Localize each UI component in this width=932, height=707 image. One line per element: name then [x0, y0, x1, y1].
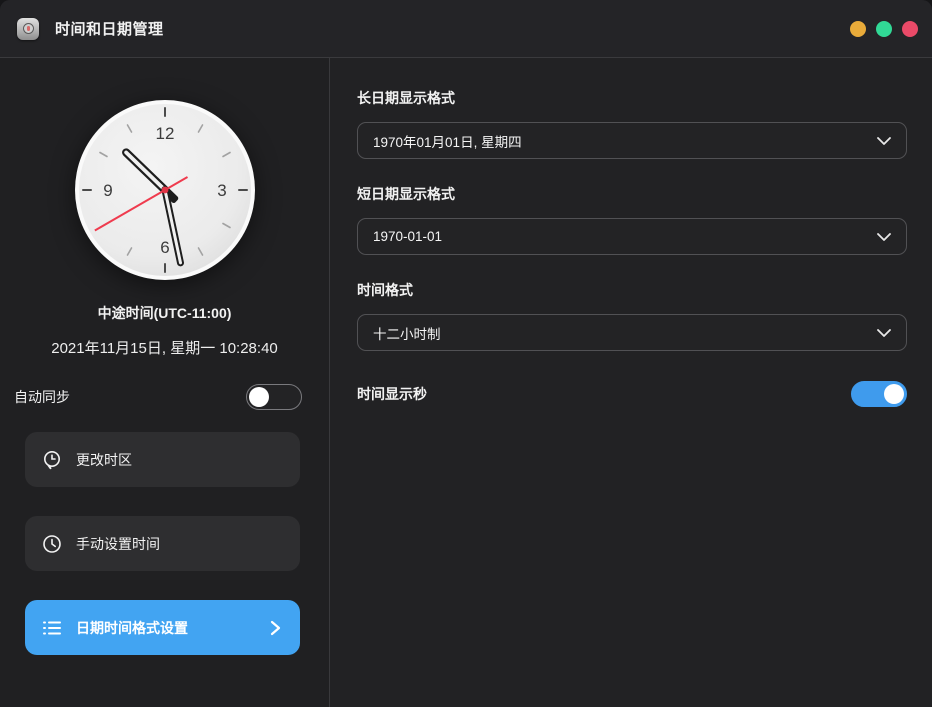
timezone-clock-icon: [41, 449, 63, 471]
app-icon-dial: [23, 23, 34, 34]
sidebar-item-change-timezone[interactable]: 更改时区: [25, 432, 300, 487]
list-icon: [41, 617, 63, 639]
app-clock-icon: [17, 18, 39, 40]
field-label: 短日期显示格式: [357, 184, 908, 204]
sidebar-item-set-time-manually[interactable]: 手动设置时间: [25, 516, 300, 571]
chevron-right-icon: [266, 619, 284, 637]
window-title: 时间和日期管理: [55, 18, 164, 39]
window-controls: [850, 21, 918, 37]
maximize-button[interactable]: [876, 21, 892, 37]
toggle-knob: [249, 387, 269, 407]
svg-text:6: 6: [160, 238, 169, 257]
show-seconds-toggle[interactable]: [851, 381, 907, 407]
long-date-format-dropdown[interactable]: 1970年01月01日, 星期四: [357, 122, 907, 159]
analog-clock: 12 3 6 9: [74, 99, 256, 281]
clock-icon: [41, 533, 63, 555]
chevron-down-icon: [874, 131, 894, 151]
time-format-dropdown[interactable]: 十二小时制: [357, 314, 907, 351]
app-icon-hand: [27, 26, 30, 31]
sidebar-buttons: 更改时区 手动设置时间: [0, 432, 329, 684]
auto-sync-toggle[interactable]: [246, 384, 302, 410]
short-date-format-dropdown[interactable]: 1970-01-01: [357, 218, 907, 255]
long-date-format-field: 长日期显示格式 1970年01月01日, 星期四: [357, 88, 908, 159]
format-settings-panel: 长日期显示格式 1970年01月01日, 星期四 短日期显示格式 1970-01…: [330, 58, 932, 707]
svg-text:3: 3: [217, 181, 226, 200]
time-date-settings-window: 时间和日期管理: [0, 0, 932, 707]
sidebar-item-label: 日期时间格式设置: [76, 618, 188, 638]
minimize-button[interactable]: [850, 21, 866, 37]
field-label: 时间格式: [357, 280, 908, 300]
svg-text:9: 9: [103, 181, 112, 200]
dropdown-value: 十二小时制: [373, 323, 441, 343]
titlebar: 时间和日期管理: [0, 0, 932, 58]
sidebar-item-label: 更改时区: [76, 450, 132, 470]
svg-text:12: 12: [155, 124, 174, 143]
sidebar: 12 3 6 9: [0, 58, 330, 707]
clock-hub: [161, 187, 168, 194]
sidebar-item-label: 手动设置时间: [76, 534, 160, 554]
content: 12 3 6 9: [0, 58, 932, 707]
time-format-field: 时间格式 十二小时制: [357, 280, 908, 351]
show-seconds-row: 时间显示秒: [357, 381, 907, 407]
toggle-knob: [884, 384, 904, 404]
dropdown-value: 1970-01-01: [373, 229, 442, 244]
close-button[interactable]: [902, 21, 918, 37]
current-datetime-label: 2021年11月15日, 星期一 10:28:40: [51, 337, 278, 358]
field-label: 长日期显示格式: [357, 88, 908, 108]
dropdown-value: 1970年01月01日, 星期四: [373, 131, 522, 151]
chevron-down-icon: [874, 323, 894, 343]
auto-sync-label: 自动同步: [14, 387, 70, 407]
auto-sync-row: 自动同步: [0, 384, 329, 410]
timezone-label: 中途时间(UTC-11:00): [98, 303, 232, 323]
short-date-format-field: 短日期显示格式 1970-01-01: [357, 184, 908, 255]
show-seconds-label: 时间显示秒: [357, 384, 427, 404]
chevron-down-icon: [874, 227, 894, 247]
sidebar-item-datetime-format-settings[interactable]: 日期时间格式设置: [25, 600, 300, 655]
